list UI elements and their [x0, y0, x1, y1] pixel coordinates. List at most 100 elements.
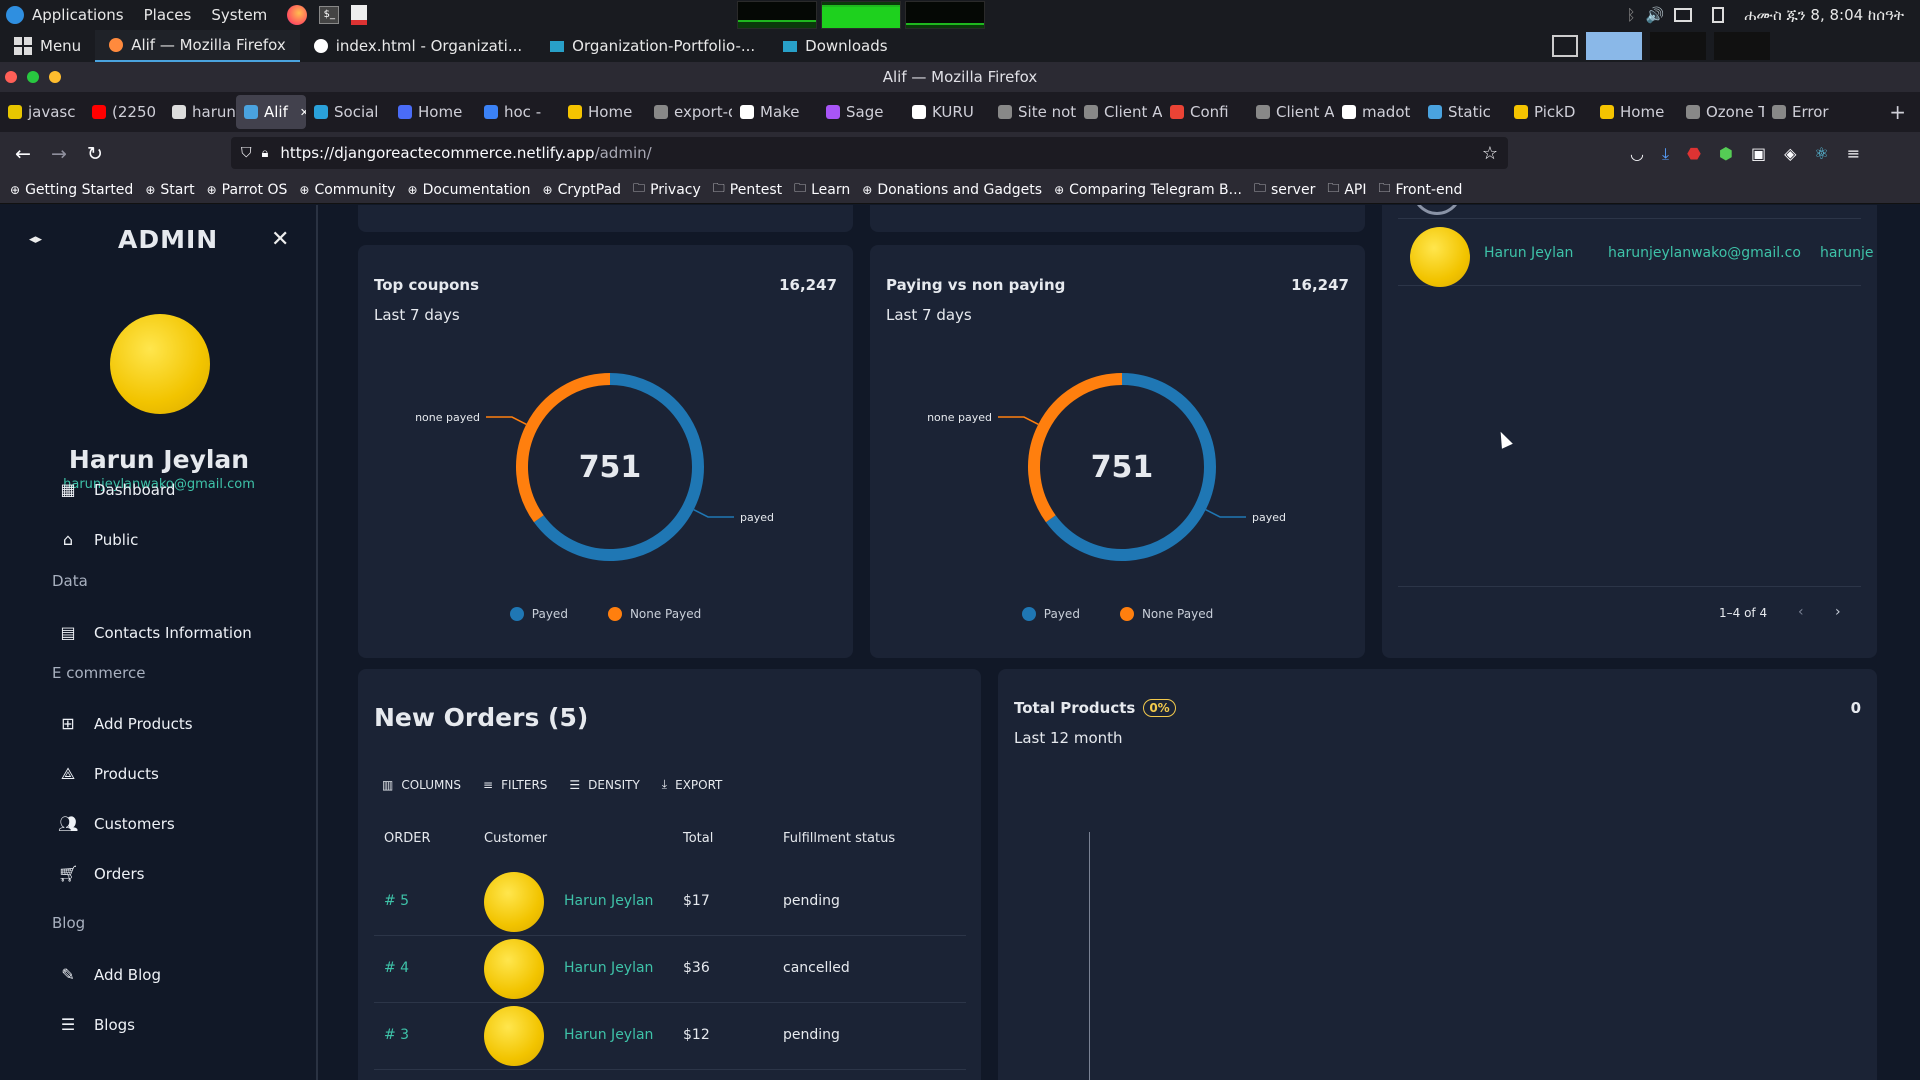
- column-header-customer[interactable]: Customer: [484, 831, 547, 846]
- browser-tab[interactable]: Home: [560, 95, 646, 129]
- task-organization-portfolio[interactable]: Organization-Portfolio-...: [536, 30, 769, 62]
- url-bar[interactable]: ⛉ 🔒︎ https://djangoreactecommerce.netlif…: [231, 137, 1508, 169]
- bookmark-item[interactable]: 🗀 server: [1254, 179, 1315, 200]
- display-icon[interactable]: [1674, 8, 1693, 22]
- table-row[interactable]: # 4 Harun Jeylan $36 cancelled: [374, 936, 966, 1003]
- bookmark-item[interactable]: 🗀 Front-end: [1379, 179, 1463, 200]
- sidebar-item-add-blog[interactable]: ✎ Add Blog: [58, 965, 161, 984]
- order-customer[interactable]: Harun Jeylan: [564, 1027, 653, 1043]
- close-sidebar-icon[interactable]: ✕: [271, 227, 289, 252]
- pie-slice-none-payed[interactable]: [516, 373, 611, 523]
- column-header-total[interactable]: Total: [683, 831, 713, 846]
- maximize-window-icon[interactable]: [27, 71, 39, 83]
- browser-tab[interactable]: Sage: [818, 95, 904, 129]
- task-firefox[interactable]: Alif — Mozilla Firefox: [95, 30, 300, 62]
- browser-tab[interactable]: Make: [732, 95, 818, 129]
- react-devtools-icon[interactable]: ⚛: [1814, 144, 1828, 164]
- sidebar-item-orders[interactable]: 🛒︎ Orders: [58, 864, 144, 883]
- collapse-sidebar-icon[interactable]: ◂▸: [29, 232, 42, 247]
- bookmark-item[interactable]: ⊕ Comparing Telegram B...: [1054, 182, 1242, 198]
- workspace-switcher-3[interactable]: [1714, 32, 1770, 60]
- columns-button[interactable]: ▥ COLUMNS: [382, 777, 461, 792]
- browser-tab[interactable]: hoc -: [476, 95, 560, 129]
- terminal-launcher-icon[interactable]: $_: [319, 6, 340, 24]
- browser-tab[interactable]: (2250: [84, 95, 164, 129]
- bookmark-item[interactable]: 🗀 Privacy: [633, 179, 701, 200]
- minimize-window-icon[interactable]: [49, 71, 61, 83]
- workspace-icon[interactable]: [1552, 35, 1578, 57]
- browser-tab[interactable]: KURU: [904, 95, 990, 129]
- order-customer[interactable]: Harun Jeylan: [564, 893, 653, 909]
- browser-tab[interactable]: Site not fo: [990, 95, 1076, 129]
- bookmark-item[interactable]: ⊕ CryptPad: [543, 182, 622, 198]
- density-button[interactable]: ☰ DENSITY: [569, 777, 639, 792]
- document-launcher-icon[interactable]: [351, 5, 368, 25]
- bookmark-item[interactable]: ⊕ Parrot OS: [207, 182, 288, 198]
- taskbar-menu-button[interactable]: Menu: [0, 30, 95, 62]
- downloads-icon[interactable]: ⤓: [1662, 144, 1669, 164]
- browser-tab[interactable]: harun: [164, 95, 236, 129]
- task-downloads[interactable]: Downloads: [769, 30, 901, 62]
- workspace-switcher-1[interactable]: [1586, 32, 1642, 60]
- bookmark-item[interactable]: ⊕ Donations and Gadgets: [862, 182, 1042, 198]
- browser-tab[interactable]: Client Are: [1248, 95, 1334, 129]
- close-window-icon[interactable]: [5, 71, 17, 83]
- bookmark-item[interactable]: ⊕ Getting Started: [10, 182, 133, 198]
- extension-nl-icon[interactable]: ◈: [1784, 144, 1796, 164]
- hamburger-menu-icon[interactable]: ≡: [1847, 144, 1860, 164]
- ublock-icon[interactable]: ⬣: [1687, 144, 1701, 164]
- table-row[interactable]: # 3 Harun Jeylan $12 pending: [374, 1003, 966, 1070]
- browser-tab[interactable]: javasc: [0, 95, 84, 129]
- sidebar-item-blogs[interactable]: ☰ Blogs: [58, 1015, 135, 1034]
- extension-icon[interactable]: ⬢: [1719, 144, 1733, 164]
- bookmark-item[interactable]: ⊕ Start: [145, 182, 194, 198]
- task-index-html[interactable]: index.html - Organizati...: [300, 30, 536, 62]
- pocket-icon[interactable]: ◡: [1630, 144, 1644, 164]
- new-tab-icon[interactable]: +: [1889, 100, 1906, 124]
- export-button[interactable]: ⤓ EXPORT: [662, 777, 723, 792]
- bookmark-item[interactable]: ⊕ Documentation: [408, 182, 531, 198]
- browser-tab[interactable]: Confi: [1162, 95, 1248, 129]
- back-button[interactable]: ←: [5, 136, 41, 172]
- order-customer[interactable]: Harun Jeylan: [564, 960, 653, 976]
- sidebar-item-contacts-information[interactable]: ▤ Contacts Information: [58, 623, 251, 642]
- bookmark-item[interactable]: 🗀 API: [1327, 179, 1366, 200]
- sidebar-item-dashboard[interactable]: ▦ Dashboard: [58, 480, 175, 499]
- legend-payed[interactable]: Payed: [1021, 607, 1080, 621]
- legend-none-payed[interactable]: None Payed: [607, 607, 701, 621]
- browser-tab[interactable]: Static: [1420, 95, 1506, 129]
- forward-button[interactable]: →: [41, 136, 77, 172]
- sidebar-item-add-products[interactable]: ⊞ Add Products: [58, 714, 192, 733]
- applications-menu[interactable]: Applications: [6, 6, 124, 24]
- battery-icon[interactable]: [1712, 7, 1725, 23]
- browser-tab[interactable]: madot: [1334, 95, 1420, 129]
- prev-page-icon[interactable]: ‹: [1798, 604, 1804, 620]
- browser-tab[interactable]: Client Are: [1076, 95, 1162, 129]
- sidebar-item-products[interactable]: ⟁ Products: [58, 764, 159, 784]
- browser-tab[interactable]: Error: [1764, 95, 1840, 129]
- next-page-icon[interactable]: ›: [1835, 604, 1841, 620]
- column-header-order[interactable]: ORDER: [384, 831, 431, 846]
- bookmark-item[interactable]: ⊕ Community: [299, 182, 395, 198]
- table-row[interactable]: # 5 Harun Jeylan $17 pending: [374, 869, 966, 936]
- user-row-email[interactable]: harunjeylanwako@gmail.co: [1608, 245, 1801, 261]
- bookmark-star-icon[interactable]: ☆: [1482, 143, 1498, 164]
- legend-payed[interactable]: Payed: [509, 607, 568, 621]
- workspace-switcher-2[interactable]: [1650, 32, 1706, 60]
- firefox-launcher-icon[interactable]: [287, 5, 308, 25]
- browser-tab[interactable]: PickD: [1506, 95, 1592, 129]
- volume-icon[interactable]: 🔊: [1646, 6, 1665, 24]
- bluetooth-icon[interactable]: ᛒ: [1627, 6, 1636, 24]
- bookmark-item[interactable]: 🗀 Pentest: [713, 179, 782, 200]
- extension-b-icon[interactable]: ▣: [1751, 144, 1766, 164]
- bookmark-item[interactable]: 🗀 Learn: [794, 179, 850, 200]
- browser-tab[interactable]: Alif ✕: [236, 95, 306, 129]
- pie-slice-none-payed[interactable]: [1028, 373, 1123, 523]
- browser-tab[interactable]: Ozone Te: [1678, 95, 1764, 129]
- browser-tab[interactable]: Home: [1592, 95, 1678, 129]
- user-row-username[interactable]: harunje: [1820, 245, 1873, 261]
- sidebar-item-customers[interactable]: 👥︎ Customers: [58, 814, 175, 833]
- clock[interactable]: ሐሙስ ጁን 8, 8:04 ከሰዓት: [1744, 6, 1904, 24]
- browser-tab[interactable]: export-dc: [646, 95, 732, 129]
- sidebar-item-public[interactable]: ⌂ Public: [58, 530, 138, 549]
